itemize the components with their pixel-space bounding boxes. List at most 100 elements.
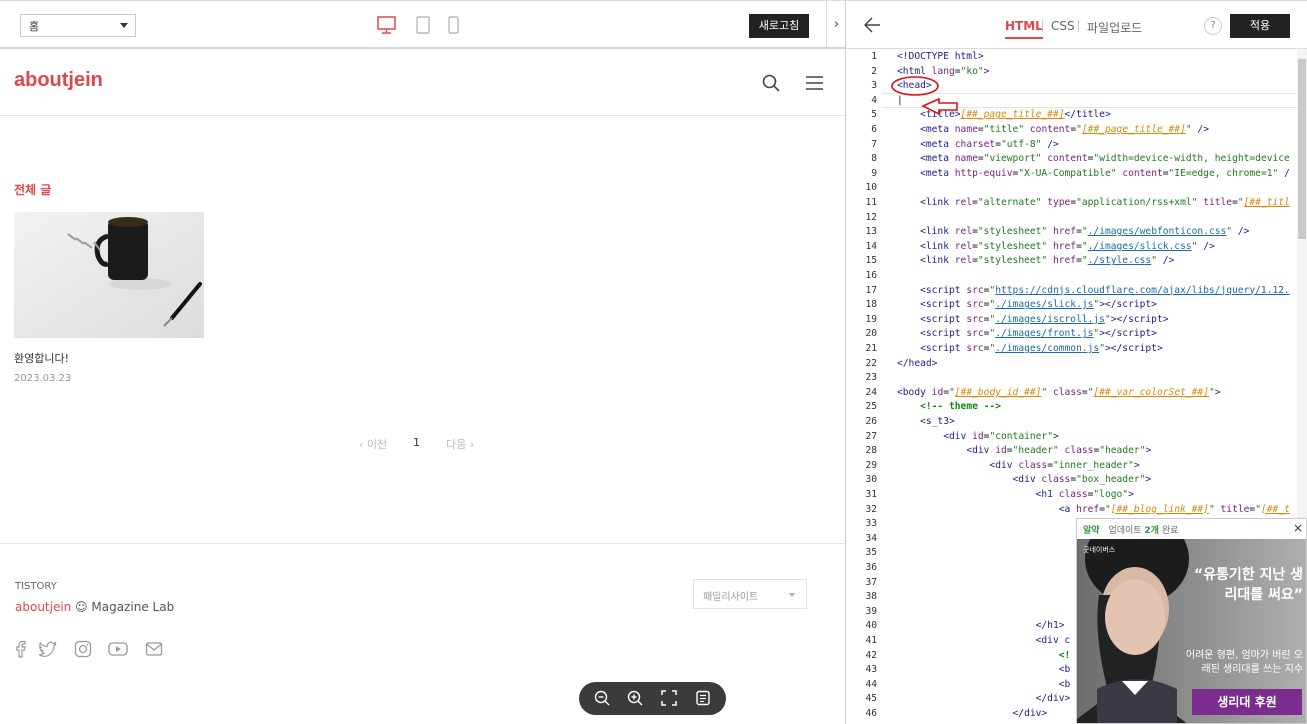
line-number: 9 bbox=[871, 167, 877, 179]
code-line: <b bbox=[1058, 678, 1071, 690]
code-line: <div c bbox=[1035, 635, 1071, 646]
ad-subtext: 어려운 형편, 엄마가 버린 오래된 생리대를 쓰는 지수 bbox=[1185, 650, 1303, 675]
line-number: 22 bbox=[865, 357, 877, 369]
line-number: 46 bbox=[865, 708, 877, 719]
line-number: 4 bbox=[871, 94, 877, 106]
ad-popup: 알약 업데이트 2개 완료 × 굿네이버스 “유통기한 지난 생리대를 써요” … bbox=[1076, 518, 1307, 724]
family-site-select[interactable]: 패밀리사이트 bbox=[693, 579, 807, 609]
code-line: <link rel="stylesheet" href="./images/we… bbox=[920, 226, 1250, 238]
ad-headline: “유통기한 지난 생리대를 써요” bbox=[1193, 567, 1303, 603]
ad-brand: 굿네이버스 bbox=[1083, 546, 1116, 554]
line-number: 27 bbox=[865, 430, 877, 442]
page-select[interactable]: 홈 bbox=[20, 14, 136, 37]
zoom-in-icon[interactable] bbox=[627, 690, 643, 706]
code-line: <meta http-equiv="X-UA-Compatible" conte… bbox=[920, 167, 1290, 179]
tab-divider bbox=[1042, 20, 1043, 32]
line-number: 12 bbox=[865, 211, 877, 223]
chevron-down-icon bbox=[789, 593, 795, 597]
preview-toolbar: 홈 새로고침 › bbox=[0, 0, 845, 49]
code-line: <!DOCTYPE html> bbox=[897, 51, 984, 62]
skin-preview-pane: 홈 새로고침 › aboutjein 전체 글 환영합니다! 2023.03.2… bbox=[0, 0, 846, 724]
family-site-label: 패밀리사이트 bbox=[703, 592, 759, 603]
line-number: 44 bbox=[865, 678, 877, 690]
fullscreen-icon[interactable] bbox=[661, 690, 677, 706]
line-number: 2 bbox=[871, 65, 877, 77]
footer-blog-line: aboutjein ☺ Magazine Lab bbox=[15, 600, 174, 614]
desktop-view-icon[interactable] bbox=[377, 16, 396, 34]
line-number: 19 bbox=[865, 313, 877, 325]
line-number: 20 bbox=[865, 328, 877, 340]
line-number: 6 bbox=[871, 124, 877, 135]
close-icon[interactable]: × bbox=[1293, 521, 1303, 535]
tab-css[interactable]: CSS bbox=[1051, 19, 1075, 33]
line-number: 25 bbox=[865, 401, 877, 413]
code-line: <link rel="stylesheet" href="./style.css… bbox=[920, 255, 1175, 267]
line-number-gutter: 1 2 3 4 5 6 7 8 9 10 11 12 13 14 15 16 17 18 19 20 21 22 23 24 2… bbox=[846, 49, 882, 724]
tablet-view-icon[interactable] bbox=[416, 16, 430, 34]
code-line: <title>[##_page_title_##]</title> bbox=[920, 109, 1111, 121]
footer-tagline: ☺ Magazine Lab bbox=[71, 600, 175, 614]
code-line: </div> bbox=[1035, 693, 1071, 705]
ad-header: 알약 업데이트 2개 완료 × bbox=[1077, 519, 1306, 539]
youtube-icon[interactable] bbox=[108, 640, 128, 658]
line-number: 38 bbox=[865, 591, 877, 603]
code-line: </head> bbox=[897, 357, 938, 369]
code-line: <h1 class="logo"> bbox=[1035, 489, 1134, 500]
line-number: 45 bbox=[865, 693, 877, 705]
code-line: <link rel="alternate" type="application/… bbox=[920, 197, 1290, 208]
line-number: 29 bbox=[865, 459, 877, 471]
search-icon[interactable] bbox=[762, 74, 780, 92]
line-number: 10 bbox=[865, 182, 877, 194]
line-number: 14 bbox=[865, 240, 877, 252]
ad-status-prefix: 업데이트 bbox=[1108, 526, 1145, 536]
tab-divider bbox=[1078, 20, 1079, 32]
line-number: 3 bbox=[871, 80, 877, 92]
collapse-editor-button[interactable]: › bbox=[826, 1, 845, 48]
mail-icon[interactable] bbox=[145, 640, 163, 658]
editor-toolbar: HTML CSS 파일업로드 ? 적용 bbox=[846, 0, 1307, 49]
document-icon[interactable] bbox=[695, 690, 711, 706]
back-arrow-icon[interactable] bbox=[864, 17, 881, 33]
ad-app-name: 알약 bbox=[1083, 526, 1100, 536]
prev-page-link[interactable]: ‹ 이전 bbox=[359, 436, 387, 452]
post-title[interactable]: 환영합니다! bbox=[14, 350, 69, 366]
line-number: 30 bbox=[865, 474, 877, 486]
zoom-out-icon[interactable] bbox=[594, 690, 610, 706]
refresh-button[interactable]: 새로고침 bbox=[749, 14, 809, 38]
code-line: <script src="./images/front.js"></script… bbox=[920, 328, 1157, 340]
line-number: 36 bbox=[865, 562, 877, 573]
help-icon[interactable]: ? bbox=[1204, 17, 1222, 35]
code-line: </div> bbox=[1012, 708, 1048, 719]
blog-logo[interactable]: aboutjein bbox=[14, 69, 103, 92]
line-number: 16 bbox=[865, 270, 877, 281]
tab-html[interactable]: HTML bbox=[1005, 19, 1043, 39]
mobile-view-icon[interactable] bbox=[448, 16, 459, 34]
twitter-icon[interactable] bbox=[39, 640, 57, 658]
menu-icon[interactable] bbox=[806, 76, 823, 90]
line-number: 5 bbox=[871, 109, 877, 121]
apply-button[interactable]: 적용 bbox=[1230, 14, 1290, 38]
line-number: 39 bbox=[865, 605, 877, 617]
code-line: <link rel="stylesheet" href="./images/sl… bbox=[920, 240, 1215, 252]
post-date: 2023.03.23 bbox=[14, 373, 72, 384]
current-page[interactable]: 1 bbox=[413, 436, 420, 449]
line-number: 21 bbox=[865, 343, 877, 354]
blog-preview: aboutjein 전체 글 환영합니다! 2023.03.23 ‹ 이전 1 … bbox=[0, 50, 845, 724]
chevron-down-icon bbox=[120, 23, 128, 28]
line-number: 1 bbox=[871, 51, 877, 62]
instagram-icon[interactable] bbox=[74, 640, 92, 658]
code-line: <head> bbox=[897, 80, 932, 92]
tab-file-upload[interactable]: 파일업로드 bbox=[1087, 19, 1142, 36]
post-thumbnail[interactable] bbox=[14, 212, 204, 338]
next-page-link[interactable]: 다음 › bbox=[446, 436, 474, 452]
line-number: 43 bbox=[865, 664, 877, 676]
ad-cta-button[interactable]: 생리대 후원 bbox=[1192, 689, 1302, 715]
viewer-toolbar bbox=[579, 682, 726, 715]
code-line: <body id="[##_body_id_##]" class="[##_va… bbox=[897, 386, 1221, 398]
footer-blog-name[interactable]: aboutjein bbox=[15, 600, 71, 614]
line-number: 8 bbox=[871, 153, 877, 165]
code-line: <!-- theme --> bbox=[920, 401, 1001, 413]
scrollbar-thumb[interactable] bbox=[1298, 59, 1306, 239]
facebook-icon[interactable] bbox=[12, 640, 30, 658]
code-line: <b bbox=[1058, 664, 1071, 676]
